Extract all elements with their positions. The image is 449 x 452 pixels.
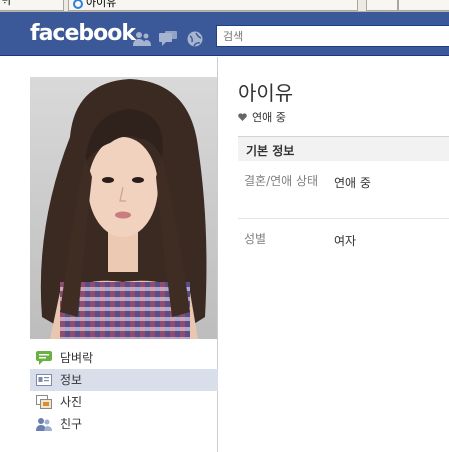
notifications-icon[interactable]	[186, 31, 204, 47]
wall-icon	[36, 351, 52, 365]
sidebar-item-label: 사진	[60, 395, 83, 409]
info-row-gender: 성별 여자	[238, 232, 449, 254]
heart-icon	[238, 113, 247, 121]
facebook-logo[interactable]: facebook	[30, 21, 136, 46]
sidebar-item-label: 담벼락	[60, 351, 94, 365]
profile-name: 아이유	[238, 81, 294, 105]
info-label: 성별	[244, 232, 267, 246]
friends-icon	[36, 418, 52, 431]
relationship-status: 연애 중	[238, 109, 286, 125]
sidebar-item-label: 정보	[60, 373, 83, 387]
info-value: 여자	[334, 234, 357, 248]
ie-icon	[73, 0, 83, 9]
browser-tab-active[interactable]: 아이유	[68, 0, 358, 11]
messages-icon[interactable]	[159, 31, 177, 47]
sidebar-item-photos[interactable]: 사진	[30, 391, 218, 413]
profile-nav: 담벼락 정보 사진 친구	[30, 347, 218, 435]
info-row-relationship: 결혼/연애 상태 연애 중	[238, 174, 449, 218]
browser-tab-label: 아이유	[86, 0, 117, 9]
top-bar: facebook	[0, 12, 449, 56]
left-column: 담벼락 정보 사진 친구	[0, 57, 218, 452]
browser-tab-strip: ᄐᆡᄋᄅ 아이유	[0, 0, 449, 12]
sidebar-item-wall[interactable]: 담벼락	[30, 347, 218, 369]
browser-tab[interactable]: ᄐᆡᄋᄅ	[0, 0, 64, 11]
relationship-text: 연애 중	[252, 111, 286, 124]
main-content: 아이유 연애 중 기본 정보 결혼/연애 상태 연애 중 성별 여자	[219, 57, 449, 452]
section-basic-info-header: 기본 정보	[238, 136, 449, 161]
info-value: 연애 중	[334, 176, 371, 190]
sidebar-item-label: 친구	[60, 417, 83, 431]
info-icon	[36, 374, 52, 386]
sidebar-item-friends[interactable]: 친구	[30, 413, 218, 435]
profile-photo-image	[30, 77, 217, 339]
browser-tab[interactable]	[366, 0, 398, 11]
profile-photo[interactable]	[30, 77, 217, 339]
divider	[238, 218, 449, 219]
browser-tab[interactable]	[398, 0, 449, 11]
info-label: 결혼/연애 상태	[244, 174, 319, 188]
photos-icon	[36, 395, 52, 409]
friends-requests-icon[interactable]	[133, 31, 151, 47]
search-input[interactable]	[216, 25, 449, 47]
sidebar-item-info[interactable]: 정보	[30, 369, 218, 391]
